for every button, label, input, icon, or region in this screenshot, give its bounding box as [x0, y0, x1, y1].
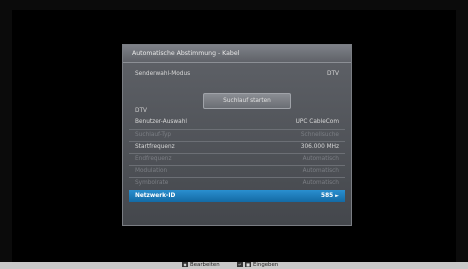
start-frequency-row[interactable]: Startfrequenz 306.000 MHz [129, 141, 345, 152]
enter-key-icon: ↵ [237, 262, 243, 267]
start-frequency-value: 306.000 MHz [300, 144, 339, 150]
scan-mode-row[interactable]: Senderwahl-Modus DTV [129, 69, 345, 80]
edit-hint: ◆ Bearbeiten [182, 262, 220, 269]
button-hint-bar: ◆ Bearbeiten ↵ ■ Eingeben [0, 262, 468, 269]
enter-hint: ↵ ■ Eingeben [237, 262, 278, 269]
operator-row[interactable]: Benutzer-Auswahl UPC CableCom [129, 117, 345, 128]
network-id-row[interactable]: Netzwerk-ID 585 ► [129, 190, 345, 202]
scan-type-value: Schnellsuche [300, 132, 339, 138]
end-frequency-row: Endfrequenz Automatisch [129, 153, 345, 164]
scan-mode-value: DTV [327, 71, 339, 77]
scan-type-row: Suchlauf-Typ Schnellsuche [129, 129, 345, 140]
arrow-keys-icon: ◆ [182, 262, 188, 267]
network-id-value-wrap: 585 ► [321, 190, 339, 202]
dialog-title: Automatische Abstimmung - Kabel [123, 45, 351, 63]
scan-type-label: Suchlauf-Typ [135, 132, 172, 138]
symbol-rate-row: Symbolrate Automatisch [129, 177, 345, 188]
operator-label: Benutzer-Auswahl [135, 119, 187, 125]
enter-hint-label: Eingeben [253, 262, 279, 268]
modulation-row: Modulation Automatisch [129, 165, 345, 176]
operator-value: UPC CableCom [295, 119, 339, 125]
modulation-value: Automatisch [302, 168, 339, 174]
section-label-dtv: DTV [135, 108, 147, 114]
start-scan-button[interactable]: Suchlauf starten [203, 93, 291, 109]
symbol-rate-label: Symbolrate [135, 180, 169, 186]
scan-mode-label: Senderwahl-Modus [135, 71, 191, 77]
chevron-right-icon[interactable]: ► [335, 193, 339, 199]
network-id-label: Netzwerk-ID [135, 193, 176, 199]
auto-tuning-dialog: Automatische Abstimmung - Kabel Senderwa… [122, 44, 352, 226]
ok-key-icon: ■ [245, 262, 251, 267]
start-frequency-label: Startfrequenz [135, 144, 175, 150]
network-id-value: 585 [321, 193, 334, 199]
end-frequency-label: Endfrequenz [135, 156, 172, 162]
modulation-label: Modulation [135, 168, 168, 174]
end-frequency-value: Automatisch [302, 156, 339, 162]
symbol-rate-value: Automatisch [302, 180, 339, 186]
edit-hint-label: Bearbeiten [190, 262, 220, 268]
